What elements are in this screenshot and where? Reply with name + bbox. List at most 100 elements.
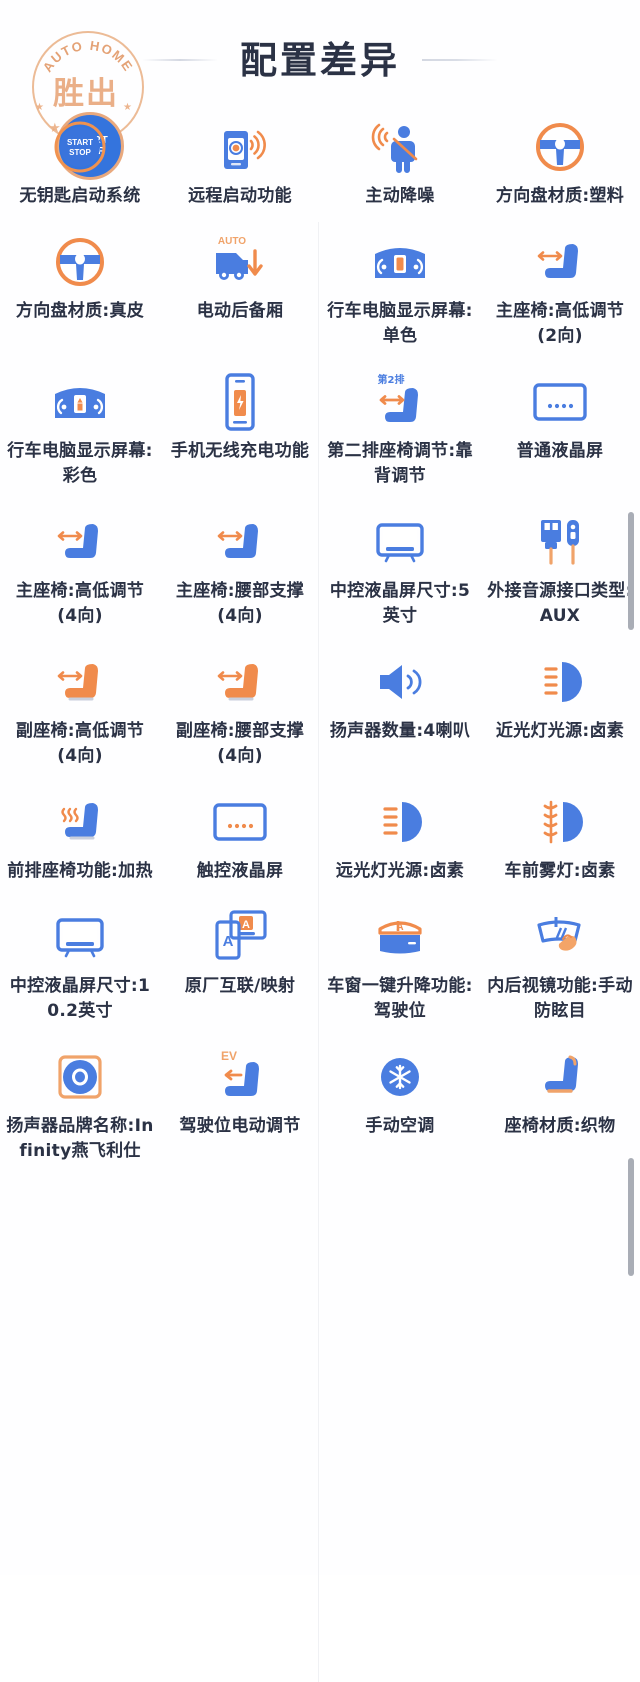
config-item[interactable]: 副座椅:腰部支撑(4向)	[160, 645, 320, 785]
passenger-seat-height-icon	[6, 645, 154, 719]
fabric-seat-icon	[486, 1040, 634, 1114]
config-item[interactable]: START STOP 无钥匙启动系统	[0, 110, 160, 225]
center-display-icon	[6, 900, 154, 974]
config-item-label: 普通液晶屏	[516, 441, 604, 461]
config-difference-page: AUTO HOME 胜出 ★ ★ ★ ★ ★ START STOP 配置差异	[0, 0, 640, 1682]
svg-text:STOP: STOP	[69, 148, 91, 157]
grid-row: 中控液晶屏尺寸:10.2英寸 A A 原厂互联/映射 A 车窗一键升降功能:驾驶…	[0, 900, 640, 1040]
manual-anti-glare-mirror-icon	[486, 900, 634, 974]
grid-row: 前排座椅功能:加热 触控液晶屏 远光灯光源:卤素 车前雾灯:卤素	[0, 785, 640, 900]
power-driver-seat-icon: EV	[166, 1040, 314, 1114]
config-item-label: 主动降噪	[365, 186, 435, 206]
config-item-label: 远光灯光源:卤素	[335, 861, 465, 881]
config-item[interactable]: 手机无线充电功能	[160, 365, 320, 505]
usb-aux-plug-icon	[486, 505, 634, 579]
config-item-label: 扬声器数量:4喇叭	[329, 721, 471, 741]
steering-wheel-icon	[486, 110, 634, 184]
config-item-label: 驾驶位电动调节	[179, 1116, 301, 1136]
speaker-icon	[326, 645, 474, 719]
config-item-label: 主座椅:高低调节(4向)	[15, 581, 145, 626]
config-item[interactable]: 普通液晶屏	[480, 365, 640, 505]
wireless-charging-phone-icon	[166, 365, 314, 439]
config-item-label: 中控液晶屏尺寸:10.2英寸	[9, 976, 151, 1021]
config-item-label: 外接音源接口类型:AUX	[487, 581, 633, 626]
trip-computer-display-icon	[326, 225, 474, 299]
config-item[interactable]: 远光灯光源:卤素	[320, 785, 480, 900]
trip-computer-display-icon	[6, 365, 154, 439]
svg-text:A: A	[242, 919, 250, 931]
seat-lumbar-support-icon	[166, 505, 314, 579]
config-item[interactable]: 远程启动功能	[160, 110, 320, 225]
config-item-label: 副座椅:腰部支撑(4向)	[175, 721, 305, 766]
config-item[interactable]: A 车窗一键升降功能:驾驶位	[320, 900, 480, 1040]
grid-row: 行车电脑显示屏幕:彩色 手机无线充电功能 第2排 第二排座椅调节:靠背调节 普通…	[0, 365, 640, 505]
scrollbar-upper[interactable]	[628, 512, 634, 630]
config-item-label: 副座椅:高低调节(4向)	[15, 721, 145, 766]
high-beam-light-icon	[326, 785, 474, 859]
config-item-label: 方向盘材质:塑料	[495, 186, 625, 206]
heated-seat-icon	[6, 785, 154, 859]
config-item[interactable]: 扬声器数量:4喇叭	[320, 645, 480, 785]
config-item[interactable]: EV 驾驶位电动调节	[160, 1040, 320, 1180]
config-item[interactable]: 座椅材质:织物	[480, 1040, 640, 1180]
config-item[interactable]: 主座椅:腰部支撑(4向)	[160, 505, 320, 645]
config-item-label: 内后视镜功能:手动防眩目	[487, 976, 633, 1021]
config-item-label: 行车电脑显示屏幕:单色	[327, 301, 473, 346]
config-item-label: 手动空调	[365, 1116, 435, 1136]
config-item-label: 手机无线充电功能	[170, 441, 310, 461]
config-item[interactable]: 主座椅:高低调节(2向)	[480, 225, 640, 365]
config-item[interactable]: 行车电脑显示屏幕:彩色	[0, 365, 160, 505]
config-item[interactable]: 手动空调	[320, 1040, 480, 1180]
low-beam-light-icon	[486, 645, 634, 719]
config-item[interactable]: A A 原厂互联/映射	[160, 900, 320, 1040]
config-item[interactable]: 副座椅:高低调节(4向)	[0, 645, 160, 785]
seat-height-adjust-icon	[6, 505, 154, 579]
ev-badge-text: EV	[221, 1049, 237, 1063]
config-item[interactable]: 主座椅:高低调节(4向)	[0, 505, 160, 645]
config-item[interactable]: 中控液晶屏尺寸:5英寸	[320, 505, 480, 645]
config-item[interactable]: 中控液晶屏尺寸:10.2英寸	[0, 900, 160, 1040]
config-item[interactable]: 行车电脑显示屏幕:单色	[320, 225, 480, 365]
passenger-seat-lumbar-icon	[166, 645, 314, 719]
config-item[interactable]: 前排座椅功能:加热	[0, 785, 160, 900]
grid-row: START STOP 无钥匙启动系统 远程启动功能 主动降噪 方向盘材质:塑料	[0, 110, 640, 225]
front-fog-light-icon	[486, 785, 634, 859]
config-item-label: 第二排座椅调节:靠背调节	[327, 441, 473, 486]
auto-trunk-icon: AUTO	[166, 225, 314, 299]
phone-mirroring-icon: A A	[166, 900, 314, 974]
page-title: 配置差异	[240, 38, 400, 82]
config-item-label: 行车电脑显示屏幕:彩色	[7, 441, 153, 486]
config-item[interactable]: 车前雾灯:卤素	[480, 785, 640, 900]
config-item-label: 主座椅:腰部支撑(4向)	[175, 581, 305, 626]
config-item[interactable]: 扬声器品牌名称:Infinity燕飞利仕	[0, 1040, 160, 1180]
config-item[interactable]: 主动降噪	[320, 110, 480, 225]
title-row: 配置差异	[0, 30, 640, 90]
config-item-label: 触控液晶屏	[196, 861, 284, 881]
config-item[interactable]: 近光灯光源:卤素	[480, 645, 640, 785]
column-divider	[318, 222, 319, 1682]
config-item[interactable]: 内后视镜功能:手动防眩目	[480, 900, 640, 1040]
svg-text:A: A	[396, 922, 403, 933]
scrollbar-lower[interactable]	[628, 1158, 634, 1276]
config-item-label: 中控液晶屏尺寸:5英寸	[329, 581, 471, 626]
config-item[interactable]: 方向盘材质:塑料	[480, 110, 640, 225]
config-item[interactable]: AUTO 电动后备厢	[160, 225, 320, 365]
grid-row: 扬声器品牌名称:Infinity燕飞利仕 EV 驾驶位电动调节 手动空调 座椅材…	[0, 1040, 640, 1180]
config-item-label: 原厂互联/映射	[184, 976, 296, 996]
config-grid: START STOP 无钥匙启动系统 远程启动功能 主动降噪 方向盘材质:塑料 …	[0, 110, 640, 1682]
config-item-label: 座椅材质:织物	[504, 1116, 616, 1136]
config-item[interactable]: 外接音源接口类型:AUX	[480, 505, 640, 645]
config-item[interactable]: 触控液晶屏	[160, 785, 320, 900]
page-header: AUTO HOME 胜出 ★ ★ ★ ★ ★ START STOP 配置差异	[0, 0, 640, 180]
active-noise-cancel-person-icon	[326, 110, 474, 184]
second-row-seat-icon: 第2排	[326, 365, 474, 439]
speaker-brand-icon	[6, 1040, 154, 1114]
config-item[interactable]: 第2排 第二排座椅调节:靠背调节	[320, 365, 480, 505]
config-item-label: 近光灯光源:卤素	[495, 721, 625, 741]
center-display-icon	[326, 505, 474, 579]
auto-badge-text: AUTO	[218, 236, 246, 247]
manual-ac-snowflake-icon	[326, 1040, 474, 1114]
config-item[interactable]: 方向盘材质:真皮	[0, 225, 160, 365]
svg-text:START: START	[67, 138, 93, 147]
config-item-label: 方向盘材质:真皮	[15, 301, 145, 321]
